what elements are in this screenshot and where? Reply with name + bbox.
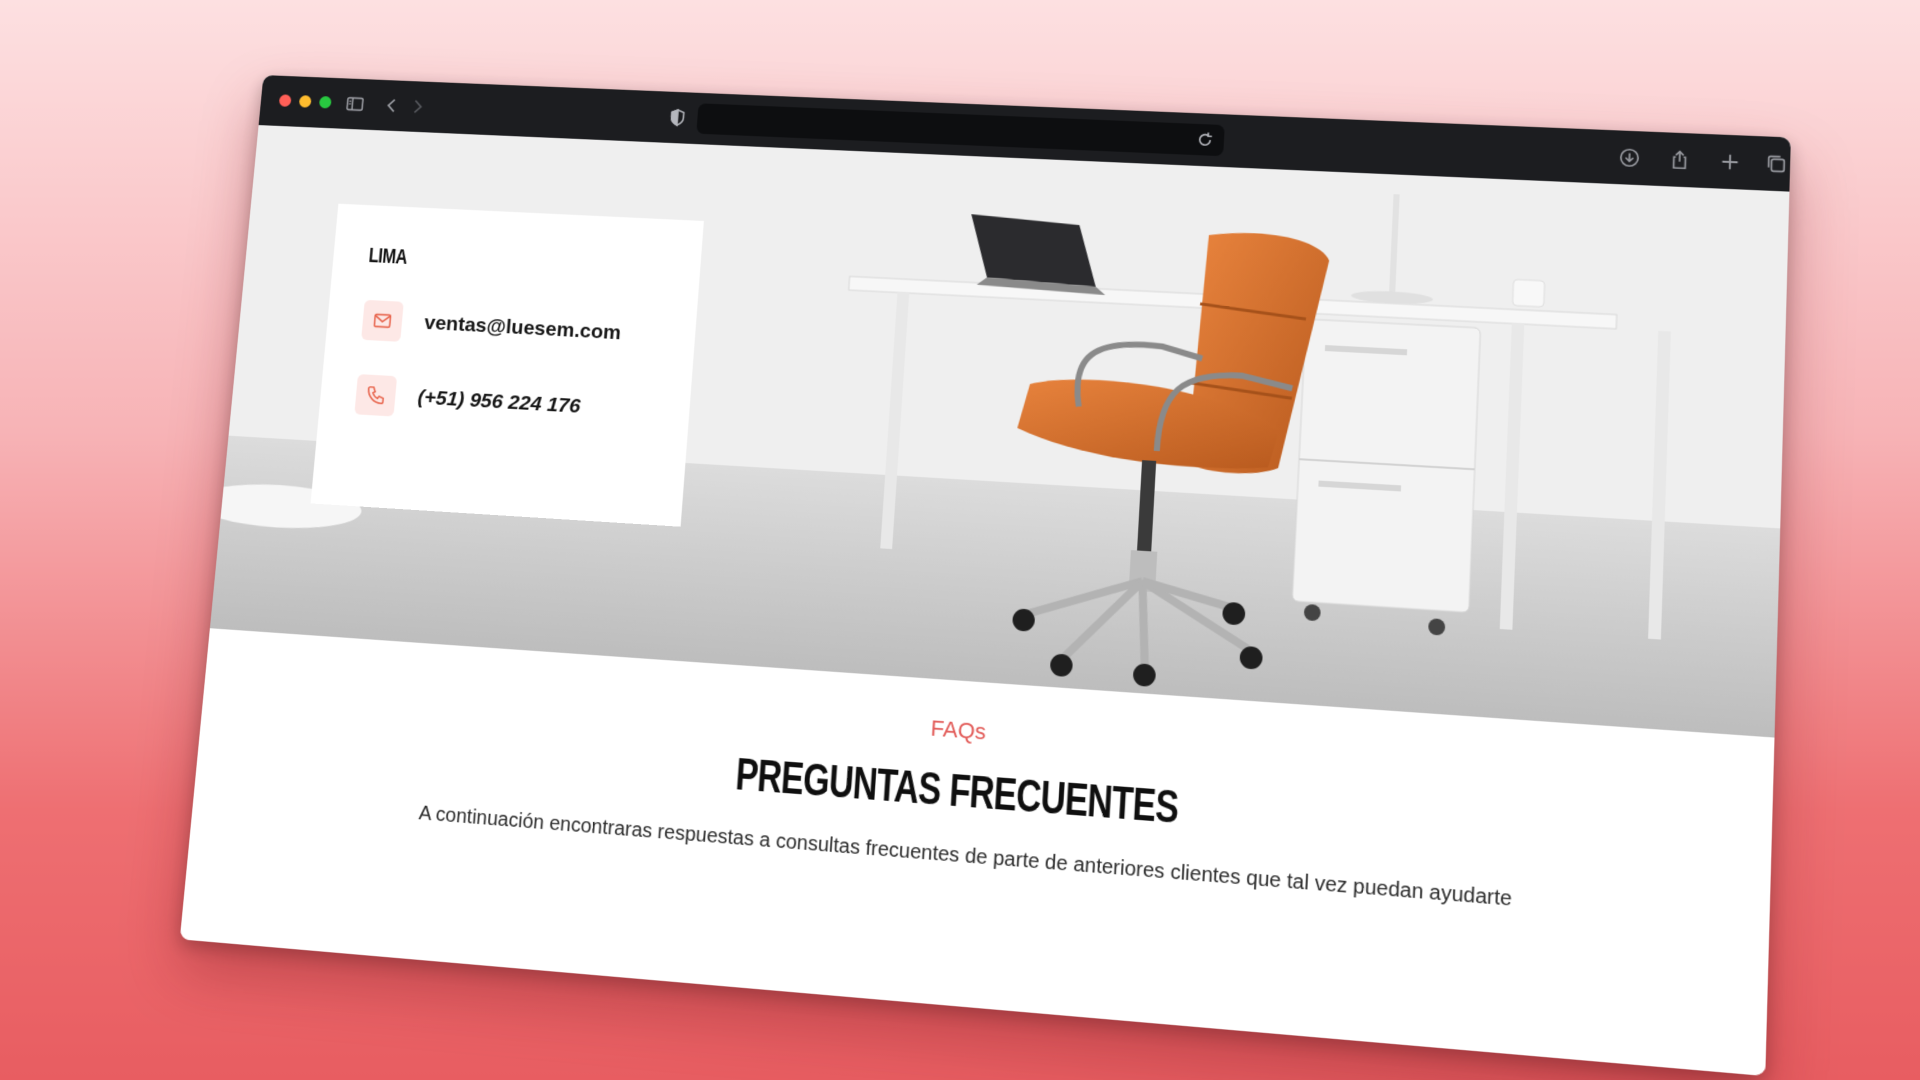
share-icon[interactable]: [1668, 148, 1692, 171]
back-icon[interactable]: [381, 95, 403, 116]
mail-icon: [361, 299, 404, 342]
new-tab-icon[interactable]: [1718, 151, 1742, 174]
phone-icon: [354, 374, 398, 417]
presentation-scene: LIMA ventas@luesem.com (+51) 956 224 176…: [0, 0, 1920, 1080]
zoom-window-button[interactable]: [318, 95, 332, 109]
download-icon[interactable]: [1618, 146, 1642, 169]
city-heading: LIMA: [367, 243, 409, 269]
minimize-window-button[interactable]: [298, 95, 312, 108]
shield-icon[interactable]: [668, 108, 687, 128]
reload-icon[interactable]: [1195, 131, 1214, 149]
forward-icon[interactable]: [406, 96, 428, 117]
phone-row[interactable]: (+51) 956 224 176: [354, 374, 582, 427]
email-row[interactable]: ventas@luesem.com: [361, 299, 622, 354]
contact-card: LIMA ventas@luesem.com (+51) 956 224 176: [310, 203, 704, 527]
email-link[interactable]: ventas@luesem.com: [423, 312, 621, 345]
browser-window: LIMA ventas@luesem.com (+51) 956 224 176…: [179, 75, 1791, 1077]
sidebar-icon[interactable]: [344, 93, 366, 114]
phone-link[interactable]: (+51) 956 224 176: [417, 386, 581, 418]
close-window-button[interactable]: [278, 94, 292, 107]
traffic-lights: [278, 94, 332, 109]
tabs-overview-icon[interactable]: [1764, 152, 1788, 175]
